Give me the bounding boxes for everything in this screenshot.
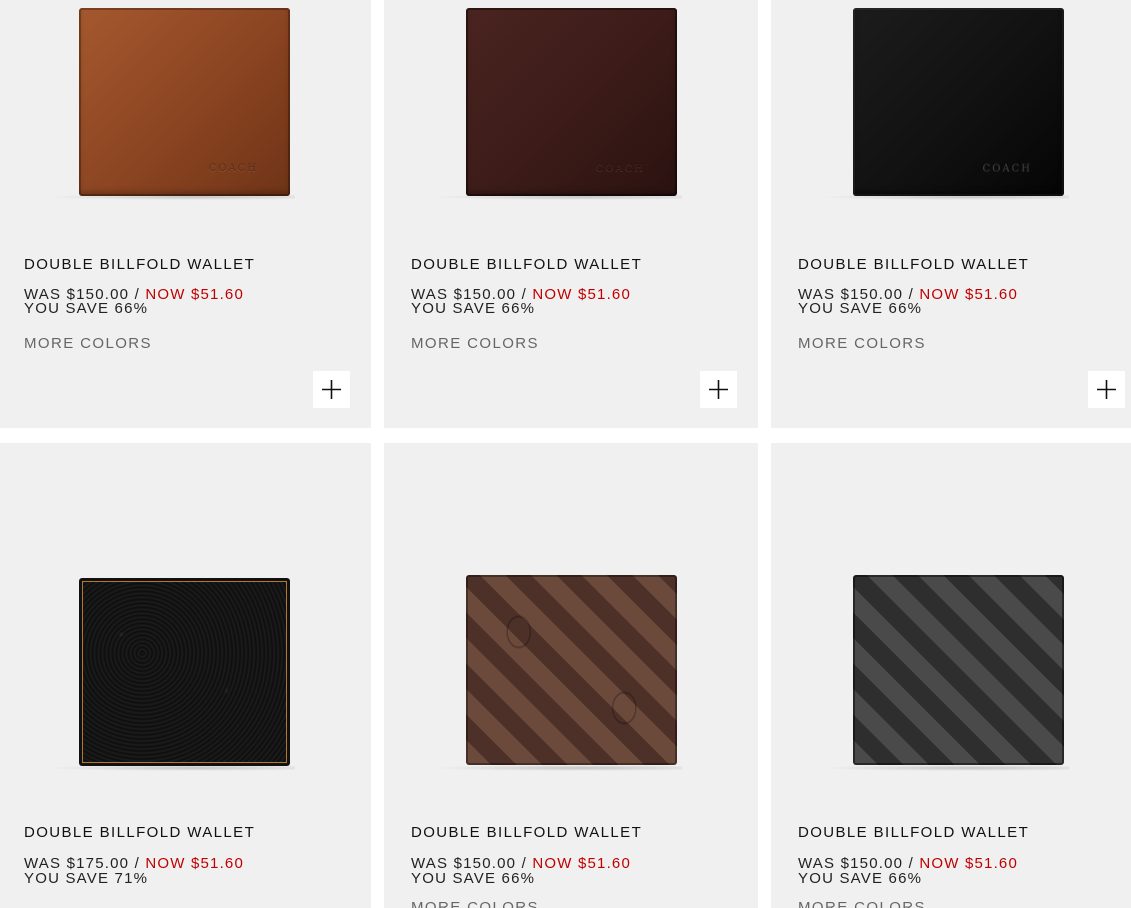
wallet-image-black: COACH — [853, 8, 1064, 196]
product-image[interactable] — [0, 443, 371, 803]
add-to-bag-button[interactable] — [700, 371, 737, 408]
wallet-image-oxblood: COACH — [466, 8, 677, 196]
product-name[interactable]: DOUBLE BILLFOLD WALLET — [798, 824, 1029, 841]
product-price: WAS $150.00 / NOW $51.60 — [798, 855, 1019, 872]
product-name[interactable]: DOUBLE BILLFOLD WALLET — [411, 824, 642, 841]
wallet-image-black-pebbled — [79, 578, 290, 766]
product-price: WAS $175.00 / NOW $51.60 — [24, 855, 245, 872]
product-image[interactable] — [384, 443, 758, 803]
product-card[interactable]: DOUBLE BILLFOLD WALLET WAS $150.00 / NOW… — [384, 443, 758, 908]
product-image[interactable]: COACH — [771, 0, 1131, 230]
coach-logo: COACH — [208, 163, 258, 174]
more-colors-link[interactable]: MORE COLORS — [798, 335, 926, 352]
plus-icon — [322, 380, 341, 399]
coach-logo: COACH — [982, 163, 1032, 174]
plus-icon — [1097, 380, 1116, 399]
add-to-bag-button[interactable] — [313, 371, 350, 408]
product-price: WAS $150.00 / NOW $51.60 — [411, 855, 632, 872]
wallet-image-brown: COACH — [79, 8, 290, 196]
plus-icon — [709, 380, 728, 399]
product-image[interactable]: COACH — [0, 0, 371, 230]
more-colors-link[interactable]: MORE COLORS — [798, 899, 926, 908]
product-image[interactable] — [771, 443, 1131, 803]
product-card[interactable]: DOUBLE BILLFOLD WALLET WAS $175.00 / NOW… — [0, 443, 371, 908]
product-name[interactable]: DOUBLE BILLFOLD WALLET — [24, 256, 255, 273]
now-price: NOW $51.60 — [532, 286, 632, 303]
now-price: NOW $51.60 — [532, 855, 632, 872]
now-price: NOW $51.60 — [919, 855, 1019, 872]
savings-text: YOU SAVE 66% — [411, 870, 536, 887]
now-price: NOW $51.60 — [145, 855, 245, 872]
more-colors-link[interactable]: MORE COLORS — [411, 899, 539, 908]
product-card[interactable]: COACH DOUBLE BILLFOLD WALLET WAS $150.00… — [0, 0, 371, 428]
savings-text: YOU SAVE 71% — [24, 870, 149, 887]
product-name[interactable]: DOUBLE BILLFOLD WALLET — [24, 824, 255, 841]
now-price: NOW $51.60 — [919, 286, 1019, 303]
savings-text: YOU SAVE 66% — [24, 300, 149, 317]
wallet-image-charcoal-signature — [853, 575, 1064, 765]
more-colors-link[interactable]: MORE COLORS — [24, 335, 152, 352]
savings-text: YOU SAVE 66% — [411, 300, 536, 317]
product-card[interactable]: COACH DOUBLE BILLFOLD WALLET WAS $150.00… — [771, 0, 1131, 428]
more-colors-link[interactable]: MORE COLORS — [411, 335, 539, 352]
savings-text: YOU SAVE 66% — [798, 870, 923, 887]
coach-logo: COACH — [595, 163, 645, 174]
product-grid: COACH DOUBLE BILLFOLD WALLET WAS $150.00… — [0, 0, 1131, 908]
add-to-bag-button[interactable] — [1088, 371, 1125, 408]
wallet-image-brown-signature — [466, 575, 677, 765]
product-card[interactable]: DOUBLE BILLFOLD WALLET WAS $150.00 / NOW… — [771, 443, 1131, 908]
now-price: NOW $51.60 — [145, 286, 245, 303]
product-name[interactable]: DOUBLE BILLFOLD WALLET — [798, 256, 1029, 273]
product-name[interactable]: DOUBLE BILLFOLD WALLET — [411, 256, 642, 273]
product-image[interactable]: COACH — [384, 0, 758, 230]
product-card[interactable]: COACH DOUBLE BILLFOLD WALLET WAS $150.00… — [384, 0, 758, 428]
savings-text: YOU SAVE 66% — [798, 300, 923, 317]
